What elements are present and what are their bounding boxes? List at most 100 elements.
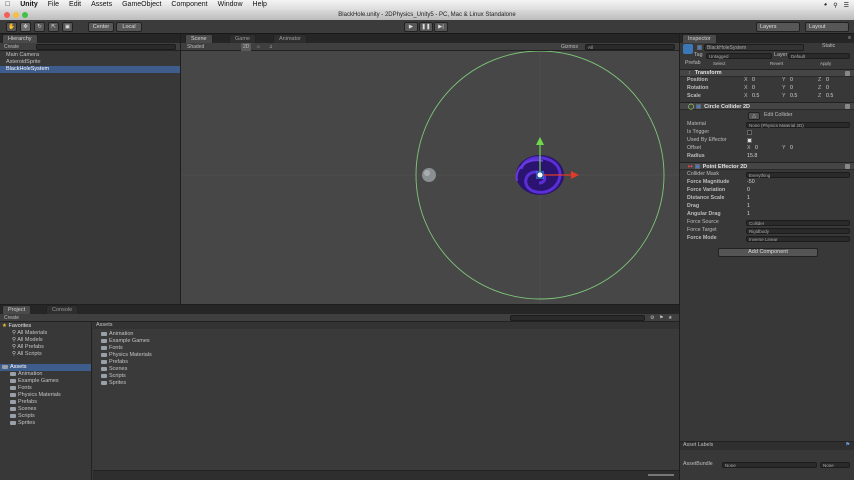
edit-collider-icon[interactable]: △: [748, 112, 760, 120]
hierarchy-item-blackholesystem[interactable]: BlackHoleSystem: [0, 66, 180, 73]
transform-header[interactable]: ↕ Transform: [680, 69, 854, 77]
menu-edit[interactable]: Edit: [64, 0, 86, 10]
move-tool-icon[interactable]: ✥: [20, 22, 31, 32]
rotation-z-field[interactable]: 0: [826, 85, 829, 92]
scene-search-input[interactable]: All: [585, 44, 675, 50]
hierarchy-item-main-camera[interactable]: Main Camera: [0, 52, 180, 59]
tree-folder-sprites[interactable]: Sprites: [0, 420, 91, 427]
space-local-button[interactable]: Local: [116, 22, 142, 32]
list-icon[interactable]: ☰: [844, 2, 849, 9]
point-effector-header[interactable]: ↦ Point Effector 2D: [680, 162, 854, 170]
shading-mode-dropdown[interactable]: Shaded: [187, 43, 204, 51]
favorites-header[interactable]: ★ Favorites: [0, 323, 91, 330]
layers-dropdown[interactable]: Layers: [756, 22, 800, 32]
angular-drag-field[interactable]: 1: [747, 211, 750, 218]
offset-y-field[interactable]: 0: [790, 145, 793, 152]
radius-field[interactable]: 15.8: [747, 153, 757, 160]
circle-collider-gear-icon[interactable]: [845, 104, 850, 109]
gameobject-name-field[interactable]: BlackHoleSystem: [704, 44, 804, 51]
filter-label-icon[interactable]: ⚑: [659, 314, 663, 322]
layer-dropdown[interactable]: Default: [788, 53, 850, 59]
tab-game[interactable]: Game: [229, 34, 256, 43]
tab-inspector[interactable]: Inspector: [682, 34, 717, 43]
menu-component[interactable]: Component: [166, 0, 212, 10]
rotate-tool-icon[interactable]: ↻: [34, 22, 45, 32]
content-folder-physics-materials[interactable]: Physics Materials: [93, 352, 679, 359]
lighting-toggle-icon[interactable]: ☼: [256, 43, 261, 51]
hierarchy-item-asteroidsprite[interactable]: AsteroidSprite: [0, 59, 180, 66]
asset-labels-tag-icon[interactable]: ⚑: [845, 442, 850, 449]
layout-dropdown[interactable]: Layout: [805, 22, 849, 32]
force-magnitude-field[interactable]: -50: [747, 179, 755, 186]
tab-hierarchy[interactable]: Hierarchy: [2, 34, 38, 43]
minimize-window-button[interactable]: [13, 12, 19, 18]
assets-root-item[interactable]: Assets: [0, 364, 91, 371]
tab-project[interactable]: Project: [2, 305, 32, 314]
force-target-dropdown[interactable]: Rigidbody: [746, 228, 850, 234]
menu-app-unity[interactable]: Unity: [15, 0, 43, 10]
pause-button[interactable]: ❚❚: [419, 22, 433, 32]
drag-field[interactable]: 1: [747, 203, 750, 210]
add-component-button[interactable]: Add Component: [718, 248, 818, 257]
menu-help[interactable]: Help: [248, 0, 272, 10]
favorite-star-icon[interactable]: ★: [668, 314, 672, 322]
collider-mask-dropdown[interactable]: Everything: [746, 172, 850, 178]
position-y-field[interactable]: 0: [790, 77, 793, 84]
content-folder-animation[interactable]: Animation: [93, 331, 679, 338]
static-checkbox-label[interactable]: Static: [822, 43, 835, 50]
scale-x-field[interactable]: 0.5: [752, 93, 759, 100]
step-button[interactable]: ▶|: [434, 22, 448, 32]
2d-mode-toggle[interactable]: 2D: [241, 43, 252, 51]
move-gizmo-y-arrow[interactable]: [536, 137, 544, 145]
project-breadcrumb[interactable]: Assets: [93, 322, 679, 329]
tab-animator[interactable]: Animator: [273, 34, 308, 43]
scale-y-field[interactable]: 0.5: [790, 93, 797, 100]
position-z-field[interactable]: 0: [826, 77, 829, 84]
tree-folder-animation[interactable]: Animation: [0, 371, 91, 378]
material-field[interactable]: None (Physics Material 2D): [746, 122, 850, 128]
circle-collider-enabled-checkbox[interactable]: [696, 104, 702, 109]
scene-canvas[interactable]: [181, 51, 679, 304]
move-gizmo-x-arrow[interactable]: [571, 171, 579, 179]
gameobject-active-checkbox[interactable]: [697, 45, 702, 50]
rotation-x-field[interactable]: 0: [752, 85, 755, 92]
inspector-menu-icon[interactable]: ≡: [848, 34, 851, 42]
content-folder-fonts[interactable]: Fonts: [93, 345, 679, 352]
used-by-effector-checkbox[interactable]: [747, 138, 752, 143]
rotation-y-field[interactable]: 0: [790, 85, 793, 92]
distance-scale-field[interactable]: 1: [747, 195, 750, 202]
scale-z-field[interactable]: 0.5: [826, 93, 833, 100]
content-folder-prefabs[interactable]: Prefabs: [93, 359, 679, 366]
position-x-field[interactable]: 0: [752, 77, 755, 84]
hierarchy-create-button[interactable]: Create: [4, 43, 19, 51]
icon-size-slider[interactable]: [648, 474, 674, 476]
is-trigger-checkbox[interactable]: [747, 130, 752, 135]
favorite-all-materials[interactable]: ⚲ All Materials: [0, 330, 91, 337]
force-variation-field[interactable]: 0: [747, 187, 750, 194]
favorite-all-models[interactable]: ⚲ All Models: [0, 337, 91, 344]
wifi-icon[interactable]: ◕: [824, 2, 828, 9]
content-folder-scenes[interactable]: Scenes: [93, 366, 679, 373]
assetbundle-variant-dropdown[interactable]: None: [820, 462, 850, 468]
favorite-all-prefabs[interactable]: ⚲ All Prefabs: [0, 344, 91, 351]
force-source-dropdown[interactable]: Collider: [746, 220, 850, 226]
gizmos-dropdown[interactable]: Gizmos: [561, 43, 578, 51]
circle-collider-header[interactable]: ◯ Circle Collider 2D: [680, 102, 854, 110]
search-icon[interactable]: ⚲: [833, 2, 837, 9]
tree-folder-scripts[interactable]: Scripts: [0, 413, 91, 420]
force-mode-dropdown[interactable]: Inverse Linear: [746, 236, 850, 242]
prefab-apply-button[interactable]: Apply: [820, 60, 831, 67]
filter-type-icon[interactable]: ⚙: [650, 314, 654, 322]
tag-dropdown[interactable]: Untagged: [706, 53, 772, 59]
prefab-revert-button[interactable]: Revert: [770, 60, 783, 67]
favorite-all-scripts[interactable]: ⚲ All Scripts: [0, 351, 91, 358]
pivot-center-button[interactable]: Center: [88, 22, 114, 32]
zoom-window-button[interactable]: [22, 12, 28, 18]
play-button[interactable]: ▶: [404, 22, 418, 32]
close-window-button[interactable]: [4, 12, 10, 18]
scale-tool-icon[interactable]: ⇱: [48, 22, 59, 32]
tree-folder-example-games[interactable]: Example Games: [0, 378, 91, 385]
tree-folder-scenes[interactable]: Scenes: [0, 406, 91, 413]
content-folder-sprites[interactable]: Sprites: [93, 380, 679, 387]
menu-window[interactable]: Window: [213, 0, 248, 10]
